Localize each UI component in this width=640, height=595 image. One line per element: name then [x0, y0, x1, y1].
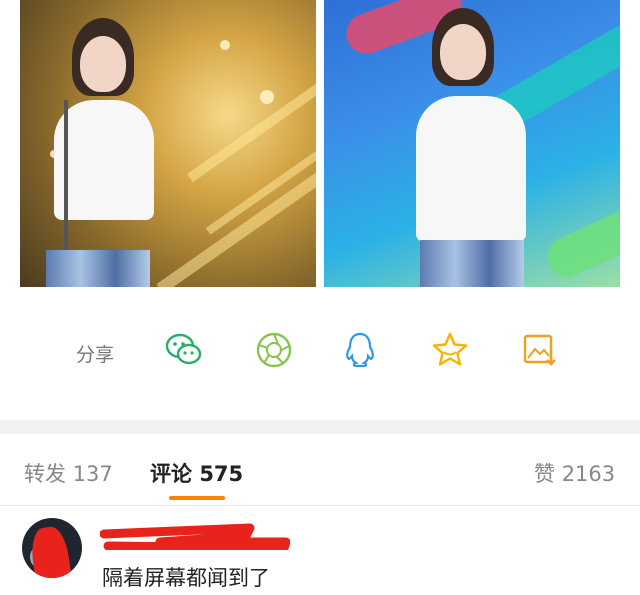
- star-icon[interactable]: [430, 330, 470, 370]
- person-jeans: [46, 250, 150, 287]
- share-label: 分享: [76, 344, 115, 366]
- sparkle: [220, 40, 230, 50]
- section-divider: [0, 420, 640, 434]
- active-tab-indicator: [169, 496, 225, 500]
- person-top: [416, 96, 526, 242]
- avatar[interactable]: [22, 518, 82, 578]
- wechat-icon[interactable]: [164, 330, 204, 370]
- sparkle: [260, 90, 274, 104]
- interaction-tabs: 转发 137 评论 575 赞 2163: [0, 434, 640, 506]
- person-top: [54, 100, 154, 220]
- repost-count: 137: [72, 462, 113, 486]
- save-image-icon[interactable]: [520, 330, 560, 370]
- repost-label: 转发: [24, 462, 66, 486]
- comment-text: 隔着屏幕都闻到了: [102, 566, 270, 590]
- comment-count: 575: [199, 462, 244, 486]
- person-face: [80, 36, 126, 92]
- qq-penguin-icon[interactable]: [340, 330, 380, 370]
- person-jeans: [420, 240, 524, 287]
- avatar-redaction: [28, 524, 76, 578]
- share-row: 分享: [0, 322, 640, 378]
- comment-label: 评论: [150, 462, 192, 486]
- username-redaction: [100, 523, 290, 550]
- tab-reposts[interactable]: 转发 137: [24, 458, 113, 488]
- light-streak: [187, 47, 316, 183]
- like-label: 赞: [534, 462, 555, 486]
- moments-aperture-icon[interactable]: [254, 330, 294, 370]
- tab-likes[interactable]: 赞 2163: [534, 458, 615, 488]
- photo-right[interactable]: [324, 0, 620, 287]
- like-count: 2163: [561, 462, 616, 486]
- ribbon: [541, 196, 620, 284]
- photo-left[interactable]: [20, 0, 316, 287]
- comment-item[interactable]: 隔着屏幕都闻到了: [0, 506, 640, 595]
- tab-comments[interactable]: 评论 575: [150, 458, 243, 488]
- person-face: [440, 24, 486, 80]
